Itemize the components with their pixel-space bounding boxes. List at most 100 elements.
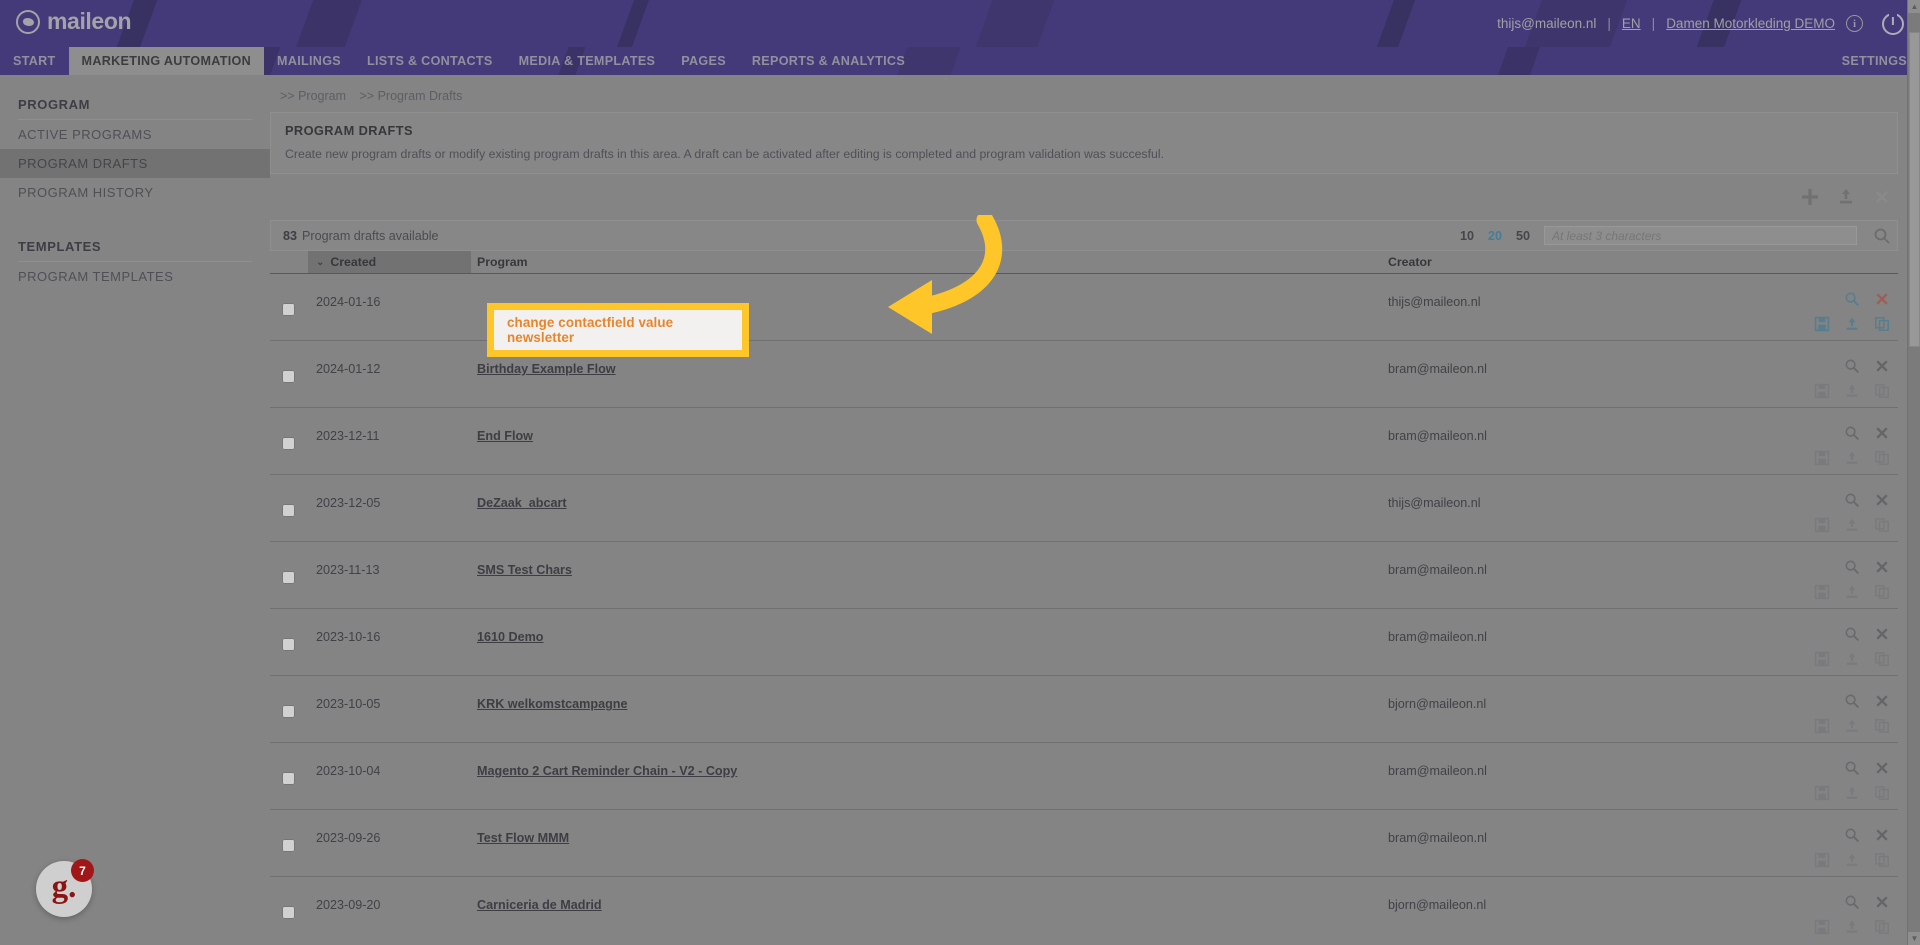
search-box[interactable] bbox=[1544, 226, 1857, 245]
upload-icon[interactable] bbox=[1836, 187, 1856, 207]
row-checkbox[interactable] bbox=[282, 638, 295, 651]
save-icon[interactable] bbox=[1814, 718, 1830, 734]
sidebar-item-program-templates[interactable]: PROGRAM TEMPLATES bbox=[0, 262, 270, 291]
row-program-link[interactable]: Test Flow MMM bbox=[477, 831, 569, 845]
magnifier-icon[interactable] bbox=[1844, 425, 1860, 441]
save-icon[interactable] bbox=[1814, 450, 1830, 466]
download-icon[interactable] bbox=[1844, 852, 1860, 868]
save-icon[interactable] bbox=[1814, 316, 1830, 332]
scroll-up-arrow[interactable]: ▲ bbox=[1908, 0, 1920, 13]
copy-icon[interactable] bbox=[1874, 517, 1890, 533]
download-icon[interactable] bbox=[1844, 919, 1860, 935]
account-link[interactable]: Damen Motorkleding DEMO bbox=[1666, 16, 1835, 31]
table-row[interactable]: 2023-12-05 DeZaak_abcart thijs@maileon.nl bbox=[270, 474, 1898, 541]
breadcrumb-program[interactable]: >> Program bbox=[280, 89, 346, 103]
close-icon[interactable] bbox=[1874, 693, 1890, 709]
table-row[interactable]: 2023-10-16 1610 Demo bram@maileon.nl bbox=[270, 608, 1898, 675]
magnifier-icon[interactable] bbox=[1844, 626, 1860, 642]
magnifier-icon[interactable] bbox=[1844, 760, 1860, 776]
download-icon[interactable] bbox=[1844, 316, 1860, 332]
download-icon[interactable] bbox=[1844, 450, 1860, 466]
row-checkbox[interactable] bbox=[282, 705, 295, 718]
download-icon[interactable] bbox=[1844, 651, 1860, 667]
magnifier-icon[interactable] bbox=[1844, 358, 1860, 374]
plus-icon[interactable] bbox=[1800, 187, 1820, 207]
sidebar-item-active-programs[interactable]: ACTIVE PROGRAMS bbox=[0, 120, 270, 149]
table-row[interactable]: 2023-09-26 Test Flow MMM bram@maileon.nl bbox=[270, 809, 1898, 876]
row-program-link[interactable]: Birthday Example Flow bbox=[477, 362, 616, 376]
info-icon[interactable]: i bbox=[1846, 15, 1863, 32]
row-program-link[interactable]: 1610 Demo bbox=[477, 630, 544, 644]
close-icon[interactable] bbox=[1872, 187, 1892, 207]
copy-icon[interactable] bbox=[1874, 584, 1890, 600]
save-icon[interactable] bbox=[1814, 517, 1830, 533]
sidebar-item-program-drafts[interactable]: PROGRAM DRAFTS bbox=[0, 149, 270, 178]
save-icon[interactable] bbox=[1814, 584, 1830, 600]
copy-icon[interactable] bbox=[1874, 383, 1890, 399]
scrollbar-thumb[interactable] bbox=[1909, 32, 1920, 347]
nav-item-marketing-automation[interactable]: MARKETING AUTOMATION bbox=[68, 47, 265, 75]
nav-item-pages[interactable]: PAGES bbox=[668, 47, 739, 75]
copy-icon[interactable] bbox=[1874, 785, 1890, 801]
page-size-20[interactable]: 20 bbox=[1488, 229, 1502, 243]
nav-item-mailings[interactable]: MAILINGS bbox=[264, 47, 354, 75]
row-checkbox[interactable] bbox=[282, 772, 295, 785]
power-icon[interactable] bbox=[1882, 12, 1904, 35]
download-icon[interactable] bbox=[1844, 718, 1860, 734]
download-icon[interactable] bbox=[1844, 584, 1860, 600]
copy-icon[interactable] bbox=[1874, 919, 1890, 935]
magnifier-icon[interactable] bbox=[1844, 291, 1860, 307]
search-icon[interactable] bbox=[1873, 227, 1891, 245]
magnifier-icon[interactable] bbox=[1844, 693, 1860, 709]
close-icon[interactable] bbox=[1874, 827, 1890, 843]
row-program-link[interactable]: Carniceria de Madrid bbox=[477, 898, 602, 912]
save-icon[interactable] bbox=[1814, 785, 1830, 801]
nav-item-start[interactable]: START bbox=[0, 47, 69, 75]
table-row[interactable]: 2023-10-04 Magento 2 Cart Reminder Chain … bbox=[270, 742, 1898, 809]
copy-icon[interactable] bbox=[1874, 852, 1890, 868]
copy-icon[interactable] bbox=[1874, 450, 1890, 466]
close-icon[interactable] bbox=[1874, 358, 1890, 374]
row-program-link[interactable]: Magento 2 Cart Reminder Chain - V2 - Cop… bbox=[477, 764, 737, 778]
save-icon[interactable] bbox=[1814, 383, 1830, 399]
save-icon[interactable] bbox=[1814, 919, 1830, 935]
download-icon[interactable] bbox=[1844, 785, 1860, 801]
download-icon[interactable] bbox=[1844, 517, 1860, 533]
magnifier-icon[interactable] bbox=[1844, 827, 1860, 843]
nav-item-media-templates[interactable]: MEDIA & TEMPLATES bbox=[506, 47, 669, 75]
table-row[interactable]: 2023-09-20 Carniceria de Madrid bjorn@mail… bbox=[270, 876, 1898, 943]
download-icon[interactable] bbox=[1844, 383, 1860, 399]
search-input[interactable] bbox=[1552, 228, 1849, 243]
row-program-link[interactable]: SMS Test Chars bbox=[477, 563, 572, 577]
row-checkbox[interactable] bbox=[282, 437, 295, 450]
th-created[interactable]: ⌄ Created bbox=[308, 251, 471, 273]
close-icon[interactable] bbox=[1874, 559, 1890, 575]
page-size-10[interactable]: 10 bbox=[1460, 229, 1474, 243]
scroll-down-arrow[interactable]: ▼ bbox=[1908, 932, 1920, 945]
copy-icon[interactable] bbox=[1874, 651, 1890, 667]
row-program-link[interactable]: KRK welkomstcampagne bbox=[477, 697, 627, 711]
close-icon[interactable] bbox=[1874, 626, 1890, 642]
maileon-logo[interactable]: maileon bbox=[16, 8, 132, 35]
copy-icon[interactable] bbox=[1874, 316, 1890, 332]
vertical-scrollbar[interactable]: ▲ ▼ bbox=[1907, 0, 1920, 945]
close-icon[interactable] bbox=[1874, 894, 1890, 910]
row-checkbox[interactable] bbox=[282, 839, 295, 852]
breadcrumb-program-drafts[interactable]: >> Program Drafts bbox=[360, 89, 463, 103]
save-icon[interactable] bbox=[1814, 651, 1830, 667]
row-checkbox[interactable] bbox=[282, 906, 295, 919]
row-checkbox[interactable] bbox=[282, 504, 295, 517]
language-link[interactable]: EN bbox=[1622, 16, 1641, 31]
row-checkbox[interactable] bbox=[282, 571, 295, 584]
nav-item-lists-contacts[interactable]: LISTS & CONTACTS bbox=[354, 47, 506, 75]
page-size-50[interactable]: 50 bbox=[1516, 229, 1530, 243]
copy-icon[interactable] bbox=[1874, 718, 1890, 734]
close-icon[interactable] bbox=[1874, 291, 1890, 307]
table-row[interactable]: 2023-11-13 SMS Test Chars bram@maileon.nl bbox=[270, 541, 1898, 608]
row-program-link[interactable]: DeZaak_abcart bbox=[477, 496, 567, 510]
magnifier-icon[interactable] bbox=[1844, 559, 1860, 575]
help-widget[interactable]: g. 7 bbox=[36, 859, 94, 917]
close-icon[interactable] bbox=[1874, 760, 1890, 776]
nav-item-reports-analytics[interactable]: REPORTS & ANALYTICS bbox=[739, 47, 918, 75]
magnifier-icon[interactable] bbox=[1844, 894, 1860, 910]
